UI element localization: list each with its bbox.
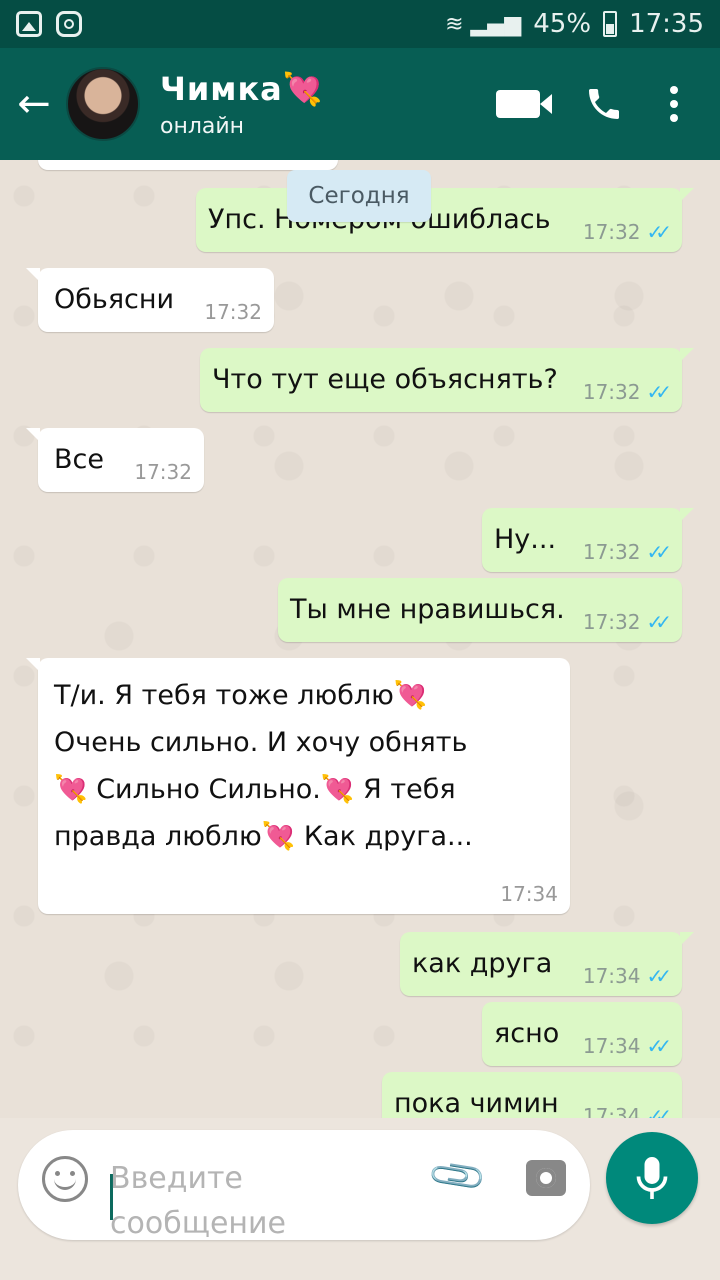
more-options-icon[interactable]: [668, 84, 680, 124]
message-time: 17:32: [134, 460, 192, 484]
message-time: 17:34: [582, 1034, 641, 1058]
message-time: 17:32: [204, 300, 262, 324]
message-text: Все: [54, 444, 104, 475]
message-input[interactable]: Введите сообщение: [110, 1156, 410, 1246]
wifi-signal-icon: ≋ ▂▄▆: [445, 11, 522, 37]
message-composer: Введите сообщение 📎: [18, 1130, 590, 1241]
message-text: ясно: [494, 1018, 560, 1049]
contact-avatar[interactable]: [66, 67, 140, 141]
message-time: 17:34: [582, 964, 641, 988]
message-text: Т/и. Я тебя тоже люблю💘 Очень сильно. И …: [54, 680, 473, 852]
message-text: Обьясни: [54, 284, 175, 315]
chat-header: ← Чимка💘 онлайн: [0, 48, 720, 160]
date-divider: Сегодня: [287, 170, 431, 222]
read-receipt-icon: ✓✓: [646, 540, 671, 564]
notification-icons: [16, 11, 82, 37]
read-receipt-icon: ✓✓: [646, 220, 671, 244]
gallery-notification-icon: [16, 11, 42, 37]
emoji-icon[interactable]: [42, 1156, 88, 1202]
read-receipt-icon: ✓✓: [646, 380, 671, 404]
message-list[interactable]: Упс. Номером ошиблась 17:32✓✓ Сегодня Об…: [0, 160, 720, 1118]
battery-icon: [603, 11, 618, 37]
contact-name: Чимка💘: [160, 69, 324, 108]
microphone-icon: [636, 1157, 668, 1199]
message-time: 17:32: [582, 380, 641, 404]
microphone-button[interactable]: [606, 1132, 698, 1224]
read-receipt-icon: ✓✓: [646, 964, 671, 988]
message-bubble-outgoing[interactable]: ясно 17:34 ✓✓: [482, 1002, 682, 1066]
phone-call-icon[interactable]: [584, 84, 624, 124]
contact-info[interactable]: Чимка💘 онлайн: [160, 70, 324, 139]
back-arrow-icon[interactable]: ←: [2, 84, 66, 124]
message-text: пока чимин: [394, 1088, 559, 1118]
paperclip-icon[interactable]: 📎: [425, 1144, 490, 1209]
status-bar: ≋ ▂▄▆ 45% 17:35: [0, 0, 720, 48]
read-receipt-icon: ✓✓: [646, 610, 671, 634]
message-text: как друга: [412, 948, 553, 979]
message-bubble-incoming[interactable]: Все 17:32: [26, 428, 204, 492]
clock: 17:35: [629, 9, 704, 39]
instagram-notification-icon: [56, 11, 82, 37]
battery-percent: 45%: [533, 9, 592, 39]
system-indicators: ≋ ▂▄▆ 45% 17:35: [445, 9, 704, 39]
message-time: 17:34: [500, 882, 558, 906]
message-time: 17:32: [582, 540, 641, 564]
contact-status: онлайн: [160, 113, 245, 139]
message-bubble-outgoing[interactable]: пока чимин 17:34 ✓✓: [382, 1072, 682, 1118]
message-bubble-outgoing[interactable]: Что тут еще объяснять? 17:32 ✓✓: [200, 348, 694, 412]
message-time: 17:34: [582, 1104, 641, 1118]
message-bubble-outgoing[interactable]: Ты мне нравишься. 17:32 ✓✓: [278, 578, 682, 642]
message-bubble-incoming[interactable]: Обьясни 17:32: [26, 268, 274, 332]
message-bubble-incoming[interactable]: Т/и. Я тебя тоже люблю💘 Очень сильно. И …: [26, 658, 570, 914]
read-receipt-icon: ✓✓: [646, 1034, 671, 1058]
message-time: 17:32: [582, 610, 641, 634]
message-bubble-outgoing[interactable]: Упс. Номером ошиблась 17:32✓✓: [196, 188, 694, 252]
message-text: Что тут еще объяснять?: [212, 364, 558, 395]
message-text: Ты мне нравишься.: [290, 594, 565, 625]
message-bubble-outgoing[interactable]: как друга 17:34 ✓✓: [400, 932, 694, 996]
message-text: Ну...: [494, 524, 557, 555]
message-bubble-partial: [38, 160, 338, 170]
message-time: 17:32: [582, 220, 641, 244]
video-call-icon[interactable]: [496, 90, 552, 118]
message-bubble-outgoing[interactable]: Ну... 17:32 ✓✓: [482, 508, 694, 572]
camera-icon[interactable]: [526, 1160, 566, 1196]
read-receipt-icon: ✓✓: [646, 1104, 671, 1118]
